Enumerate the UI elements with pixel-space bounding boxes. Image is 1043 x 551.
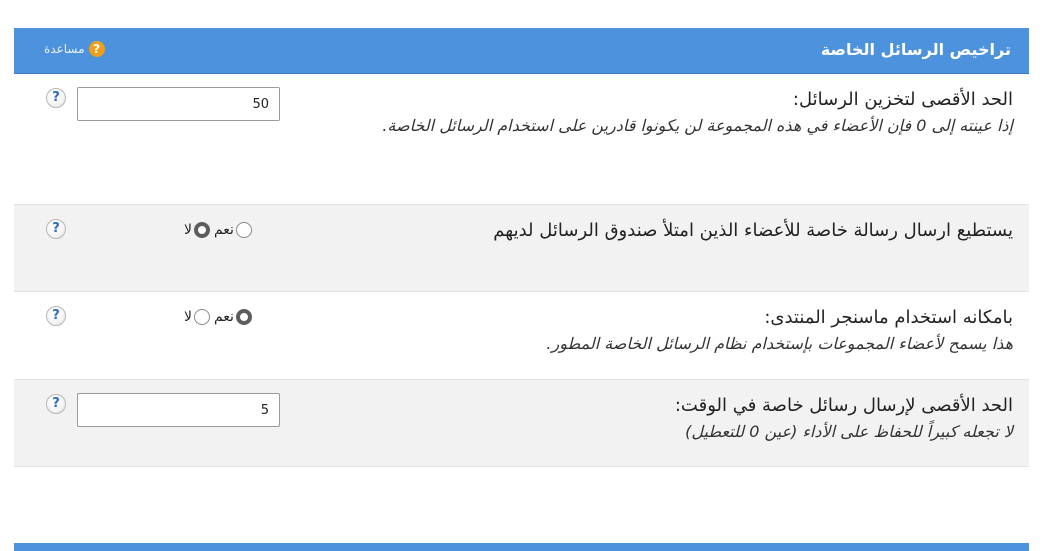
panel-title: تراخيص الرسائل الخاصة bbox=[820, 40, 1011, 59]
help-question-icon[interactable]: ? bbox=[46, 306, 66, 326]
full-inbox-radio-group: نعم لا bbox=[184, 222, 252, 238]
panel-header: تراخيص الرسائل الخاصة ? مساعدة bbox=[14, 28, 1029, 74]
radio-option-no[interactable]: لا bbox=[184, 309, 210, 325]
radio-no-label[interactable]: لا bbox=[184, 222, 192, 238]
pm-permissions-panel: تراخيص الرسائل الخاصة ? مساعدة الحد الأق… bbox=[14, 28, 1029, 467]
radio-yes[interactable] bbox=[235, 309, 252, 325]
setting-label: الحد الأقصى لإرسال رسائل خاصة في الوقت: bbox=[674, 395, 1013, 416]
radio-option-no[interactable]: لا bbox=[184, 222, 210, 238]
setting-description: إذا عينته إلى 0 فإن الأعضاء في هذه المجم… bbox=[382, 116, 1013, 135]
radio-option-yes[interactable]: نعم bbox=[214, 222, 252, 238]
max-send-per-time-input[interactable] bbox=[77, 393, 280, 427]
radio-yes-label[interactable]: نعم bbox=[214, 222, 234, 238]
help-question-icon[interactable]: ? bbox=[46, 394, 66, 414]
row-max-send-per-time: الحد الأقصى لإرسال رسائل خاصة في الوقت: … bbox=[14, 380, 1029, 467]
row-send-to-full-inbox: يستطيع ارسال رسالة خاصة للأعضاء الذين ام… bbox=[14, 205, 1029, 292]
setting-description: لا تجعله كبيراً للحفاظ على الأداء (عين 0… bbox=[685, 422, 1013, 441]
setting-label: الحد الأقصى لتخزين الرسائل: bbox=[792, 89, 1013, 110]
messenger-radio-group: نعم لا bbox=[184, 309, 252, 325]
setting-label: يستطيع ارسال رسالة خاصة للأعضاء الذين ام… bbox=[493, 220, 1013, 241]
setting-description: هذا يسمح لأعضاء المجموعات بإستخدام نظام … bbox=[546, 334, 1013, 353]
radio-no[interactable] bbox=[193, 222, 210, 238]
radio-no[interactable] bbox=[193, 309, 210, 325]
row-max-stored-messages: الحد الأقصى لتخزين الرسائل: إذا عينته إل… bbox=[14, 74, 1029, 205]
radio-no-label[interactable]: لا bbox=[184, 309, 192, 325]
help-label[interactable]: مساعدة bbox=[44, 42, 85, 56]
setting-label: بامكانه استخدام ماسنجر المنتدى: bbox=[764, 307, 1013, 328]
help-link[interactable]: ? مساعدة bbox=[44, 41, 105, 57]
row-forum-messenger: بامكانه استخدام ماسنجر المنتدى: هذا يسمح… bbox=[14, 292, 1029, 380]
next-section-header bbox=[14, 543, 1029, 551]
radio-option-yes[interactable]: نعم bbox=[214, 309, 252, 325]
help-question-icon[interactable]: ? bbox=[46, 88, 66, 108]
help-question-icon[interactable]: ? bbox=[46, 219, 66, 239]
radio-yes[interactable] bbox=[235, 222, 252, 238]
radio-yes-label[interactable]: نعم bbox=[214, 309, 234, 325]
help-icon[interactable]: ? bbox=[88, 41, 105, 57]
max-stored-messages-input[interactable] bbox=[77, 87, 280, 121]
